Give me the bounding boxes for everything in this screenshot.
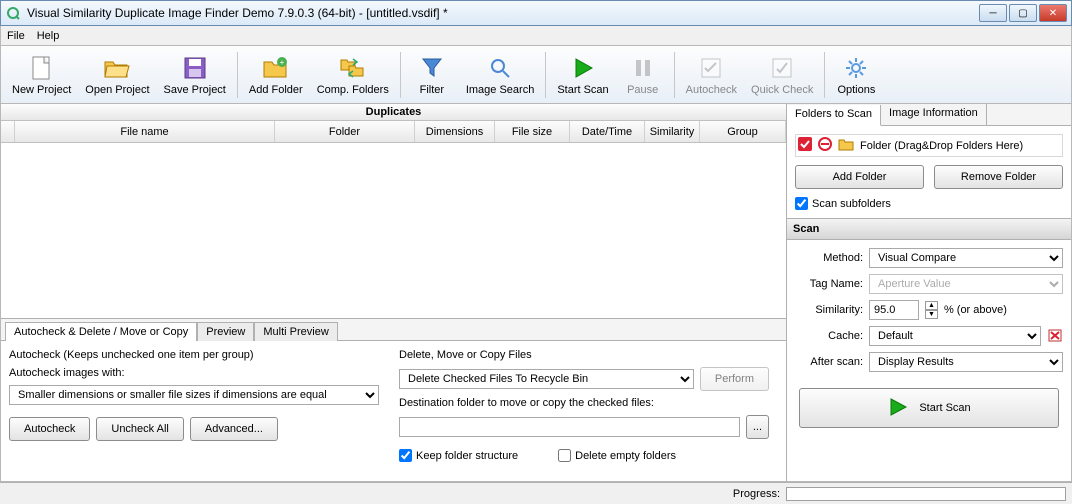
folder-hint: Folder (Drag&Drop Folders Here) [860, 140, 1023, 152]
autocheck-with-label: Autocheck images with: [9, 367, 379, 379]
delete-empty-check[interactable]: Delete empty folders [558, 449, 676, 462]
save-project-button[interactable]: Save Project [157, 49, 233, 101]
tab-autocheck[interactable]: Autocheck & Delete / Move or Copy [5, 322, 197, 341]
tab-folders-to-scan[interactable]: Folders to Scan [787, 105, 881, 126]
play-icon [569, 54, 597, 82]
col-filesize[interactable]: File size [495, 121, 570, 142]
col-filename[interactable]: File name [15, 121, 275, 142]
autocheck-desc: Autocheck (Keeps unchecked one item per … [9, 349, 379, 361]
tag-label: Tag Name: [795, 278, 863, 290]
advanced-btn[interactable]: Advanced... [190, 417, 278, 441]
start-scan-button[interactable]: Start Scan [550, 49, 615, 101]
perform-btn: Perform [700, 367, 769, 391]
col-datetime[interactable]: Date/Time [570, 121, 645, 142]
file-icon [28, 54, 56, 82]
bottom-tab-bar: Autocheck & Delete / Move or Copy Previe… [1, 319, 786, 341]
col-folder[interactable]: Folder [275, 121, 415, 142]
folder-plus-icon: + [262, 54, 290, 82]
menu-help[interactable]: Help [37, 30, 60, 42]
after-scan-select[interactable]: Display Results [869, 352, 1063, 372]
tab-image-info[interactable]: Image Information [881, 104, 987, 125]
uncheck-all-btn[interactable]: Uncheck All [96, 417, 183, 441]
checked-red-icon [798, 137, 812, 154]
scan-section-title: Scan [787, 218, 1071, 240]
funnel-icon [418, 54, 446, 82]
cache-select[interactable]: Default [869, 326, 1041, 346]
quick-check-icon [768, 54, 796, 82]
pause-icon [629, 54, 657, 82]
menu-file[interactable]: File [7, 30, 25, 42]
cache-label: Cache: [795, 330, 863, 342]
tab-preview[interactable]: Preview [197, 322, 254, 341]
add-folder-button[interactable]: +Add Folder [242, 49, 310, 101]
folder-list-row[interactable]: Folder (Drag&Drop Folders Here) [795, 134, 1063, 157]
start-scan-big-button[interactable]: Start Scan [799, 388, 1059, 428]
open-project-button[interactable]: Open Project [78, 49, 156, 101]
folder-icon [838, 137, 854, 154]
add-folder-btn[interactable]: Add Folder [795, 165, 924, 189]
grid-header: File name Folder Dimensions File size Da… [1, 121, 786, 143]
new-project-button[interactable]: New Project [5, 49, 78, 101]
autocheck-with-select[interactable]: Smaller dimensions or smaller file sizes… [9, 385, 379, 405]
menu-bar: File Help [0, 26, 1072, 46]
quick-check-button: Quick Check [744, 49, 820, 101]
grid-body [1, 143, 786, 318]
method-label: Method: [795, 252, 863, 264]
similarity-input[interactable] [869, 300, 919, 320]
autocheck-btn[interactable]: Autocheck [9, 417, 90, 441]
toolbar: New Project Open Project Save Project +A… [0, 46, 1072, 104]
spin-down[interactable]: ▼ [925, 310, 938, 319]
dest-folder-input[interactable] [399, 417, 740, 437]
scan-subfolders-check[interactable]: Scan subfolders [795, 197, 1063, 210]
image-search-button[interactable]: Image Search [459, 49, 541, 101]
keep-structure-check[interactable]: Keep folder structure [399, 449, 518, 462]
status-bar: Progress: [0, 482, 1072, 504]
maximize-button[interactable]: ▢ [1009, 4, 1037, 22]
progress-label: Progress: [733, 488, 780, 500]
col-similarity[interactable]: Similarity [645, 121, 700, 142]
options-button[interactable]: Options [829, 49, 883, 101]
similarity-label: Similarity: [795, 304, 863, 316]
autocheck-button: Autocheck [679, 49, 744, 101]
folder-open-icon [103, 54, 131, 82]
grid-title: Duplicates [1, 104, 786, 121]
tab-multi-preview[interactable]: Multi Preview [254, 322, 337, 341]
minimize-button[interactable]: ─ [979, 4, 1007, 22]
delete-cache-icon[interactable] [1047, 327, 1063, 346]
folders-compare-icon [339, 54, 367, 82]
after-scan-label: After scan: [795, 356, 863, 368]
dest-label: Destination folder to move or copy the c… [399, 397, 769, 409]
svg-text:+: + [279, 58, 284, 67]
search-icon [486, 54, 514, 82]
comp-folders-button[interactable]: Comp. Folders [310, 49, 396, 101]
check-list-icon [697, 54, 725, 82]
remove-folder-btn[interactable]: Remove Folder [934, 165, 1063, 189]
filter-button[interactable]: Filter [405, 49, 459, 101]
app-icon [5, 5, 21, 21]
method-select[interactable]: Visual Compare [869, 248, 1063, 268]
browse-folder-btn[interactable]: ... [746, 415, 769, 439]
spin-up[interactable]: ▲ [925, 301, 938, 310]
window-title: Visual Similarity Duplicate Image Finder… [27, 6, 979, 20]
delete-action-select[interactable]: Delete Checked Files To Recycle Bin [399, 369, 694, 389]
tag-select: Aperture Value [869, 274, 1063, 294]
col-dimensions[interactable]: Dimensions [415, 121, 495, 142]
close-button[interactable]: ✕ [1039, 4, 1067, 22]
progress-bar [786, 487, 1066, 501]
save-icon [181, 54, 209, 82]
play-icon [887, 396, 909, 421]
pause-button: Pause [616, 49, 670, 101]
stop-icon [818, 137, 832, 154]
delete-title: Delete, Move or Copy Files [399, 349, 769, 361]
title-bar: Visual Similarity Duplicate Image Finder… [0, 0, 1072, 26]
col-group[interactable]: Group [700, 121, 786, 142]
gear-icon [842, 54, 870, 82]
